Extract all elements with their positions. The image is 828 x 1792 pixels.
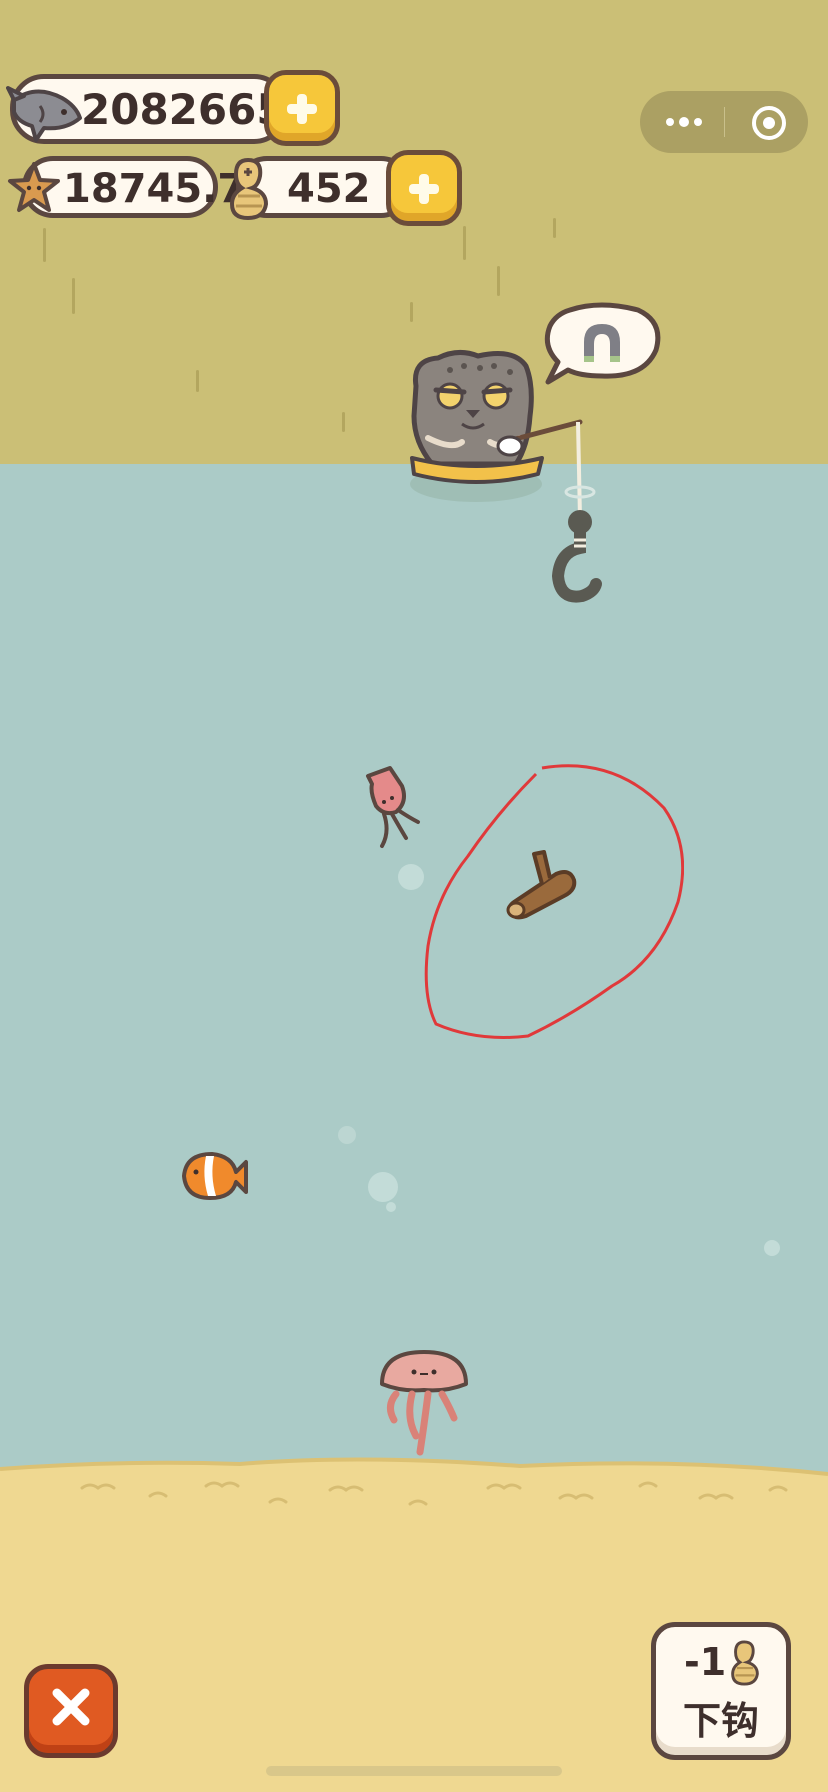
drop-hook-label: 下钩 — [682, 1699, 759, 1743]
bubble — [386, 1202, 396, 1212]
clownfish — [182, 1152, 248, 1200]
bait-count-value: 452 — [287, 166, 371, 212]
peanut-bait-icon — [731, 1640, 759, 1686]
drop-hook-button[interactable]: -1 下钩 — [651, 1622, 791, 1760]
water-area — [0, 464, 828, 1474]
home-indicator — [266, 1766, 562, 1776]
close-button[interactable] — [24, 1664, 118, 1758]
fishing-hook — [551, 421, 602, 603]
target-icon[interactable] — [752, 106, 786, 140]
bubble — [398, 864, 424, 890]
fish-count-value: 2082665 — [81, 85, 286, 134]
peanut-bait-icon — [229, 157, 269, 221]
jellyfish — [380, 1350, 468, 1456]
fish-icon — [6, 86, 82, 142]
hook-cost: -1 — [684, 1640, 727, 1684]
starfish-icon — [8, 162, 60, 212]
bubble — [764, 1240, 780, 1256]
close-icon — [52, 1688, 90, 1726]
more-dots-icon[interactable] — [662, 109, 706, 135]
starfish-count-value: 18745.7 — [63, 166, 246, 212]
add-bait-button[interactable] — [386, 150, 462, 226]
bubble — [338, 1126, 356, 1144]
driftwood-log — [506, 850, 577, 920]
squid — [366, 766, 420, 848]
bubble — [368, 1172, 398, 1202]
thought-bubble-magnet-icon — [544, 302, 661, 385]
add-fish-button[interactable] — [264, 70, 340, 146]
menu-capsule — [640, 91, 808, 153]
